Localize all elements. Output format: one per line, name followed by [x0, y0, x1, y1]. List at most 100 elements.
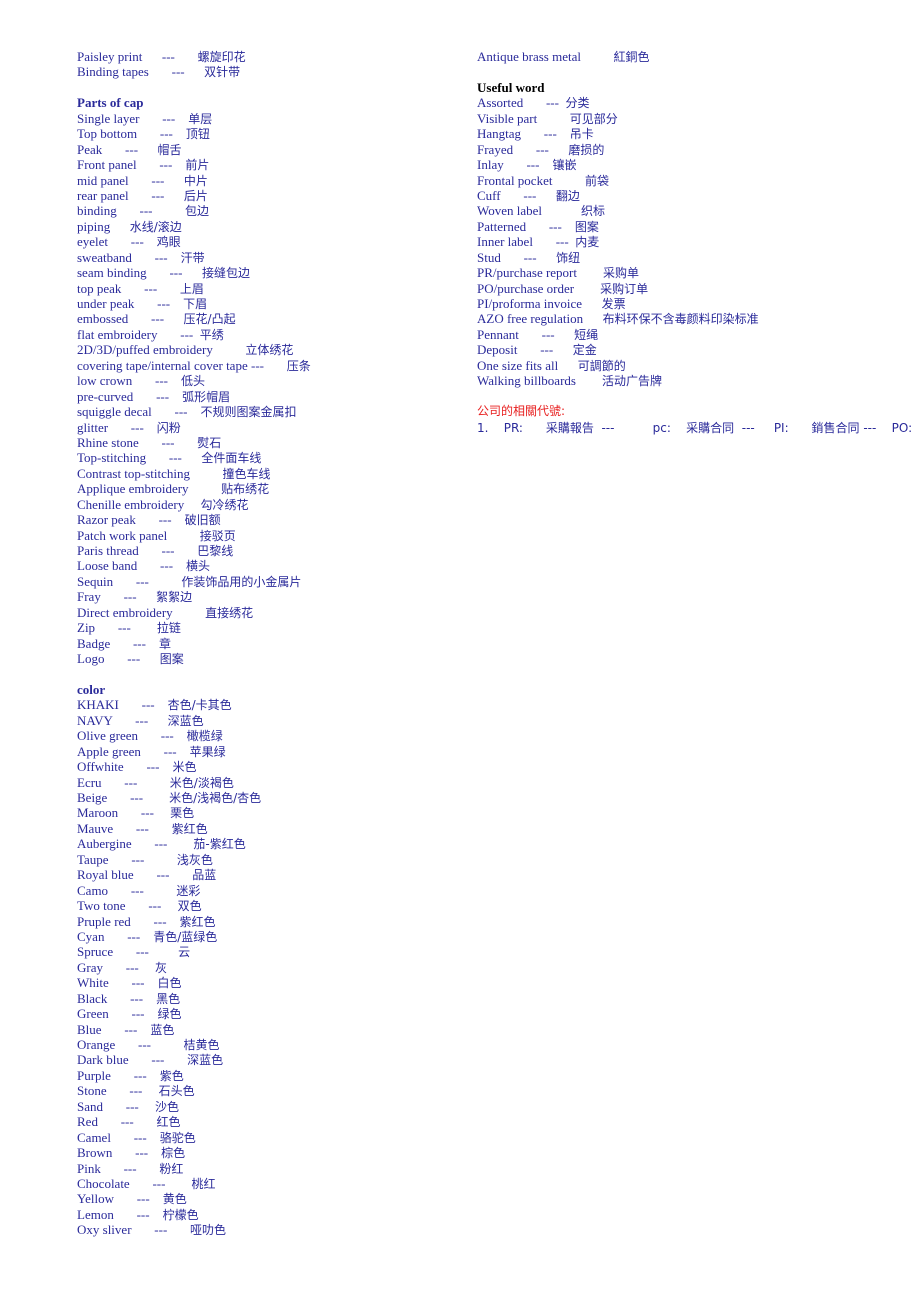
english-term: Top bottom — [77, 126, 138, 142]
english-term: Single layer — [77, 110, 140, 126]
separator — [184, 497, 200, 512]
glossary-entry: Taupe --- 浅灰色 — [77, 852, 457, 867]
english-term: Spruce — [77, 944, 114, 960]
chinese-translation: 作装饰品用的小金属片 — [181, 574, 302, 589]
glossary-entry: Peak --- 帽舌 — [77, 142, 457, 157]
chinese-translation: 布料环保不含毒颜料印染标准 — [602, 312, 759, 327]
separator: --- — [517, 342, 573, 358]
glossary-entry: Visible part 可见部分 — [477, 111, 897, 126]
english-term: Black — [77, 990, 108, 1006]
separator: --- — [112, 712, 168, 728]
glossary-entry: Applique embroidery 贴布绣花 — [77, 481, 457, 496]
separator: --- — [106, 1083, 159, 1099]
separator: --- — [142, 49, 198, 64]
chinese-translation: 低头 — [181, 374, 206, 389]
english-term: Offwhite — [77, 759, 124, 775]
glossary-entry: Frontal pocket 前袋 — [477, 173, 897, 188]
english-term: Chenille embroidery — [77, 496, 185, 512]
separator: --- — [513, 141, 569, 157]
glossary-entry: Stud --- 饰纽 — [477, 250, 897, 265]
separator: --- — [131, 249, 181, 265]
separator — [173, 605, 206, 620]
glossary-entry: Blue --- 蓝色 — [77, 1022, 457, 1037]
english-term: 2D/3D/puffed embroidery — [77, 342, 213, 358]
separator: --- — [108, 234, 157, 250]
separator: --- — [108, 975, 158, 991]
chinese-translation: 深蓝色 — [187, 1053, 224, 1068]
english-term: Direct embroidery — [77, 604, 173, 620]
separator: --- — [137, 558, 187, 574]
english-term: Orange — [77, 1037, 116, 1052]
english-term: binding — [77, 203, 117, 219]
glossary-entry: embossed --- 压花/凸起 — [77, 311, 457, 326]
chinese-translation: 帽舌 — [157, 142, 182, 157]
separator: --- — [500, 187, 556, 203]
separator: --- — [130, 913, 180, 929]
section-heading-parts-of-cap: Parts of cap — [77, 95, 144, 111]
separator: --- — [108, 882, 177, 898]
english-term: Stud — [477, 249, 501, 265]
separator: --- — [135, 512, 185, 528]
english-term: NAVY — [77, 712, 113, 728]
separator: --- — [518, 326, 575, 342]
separator: --- — [110, 1067, 160, 1083]
chinese-translation: 图案 — [574, 219, 599, 234]
english-term: Deposit — [477, 342, 518, 358]
glossary-entry: Zip --- 拉链 — [77, 620, 457, 635]
glossary-entry: PO/purchase order 采购订单 — [477, 281, 897, 296]
separator: --- — [102, 141, 158, 157]
glossary-entry: Yellow --- 黄色 — [77, 1191, 457, 1206]
glossary-entry: Oxy sliver --- 哑叻色 — [77, 1222, 457, 1237]
english-term: Rhine stone — [77, 434, 139, 450]
separator: --- — [146, 265, 202, 281]
chinese-translation: 石头色 — [158, 1084, 195, 1099]
glossary-entry: PR/purchase report 采购单 — [477, 265, 897, 280]
chinese-translation: 云 — [178, 945, 191, 960]
glossary-entry: Ecru --- 米色/淡褐色 — [77, 775, 457, 790]
english-term: Assorted — [477, 95, 524, 111]
english-term: Antique brass metal — [477, 49, 581, 64]
chinese-translation: 青色/蓝绿色 — [153, 929, 218, 944]
chinese-translation: 绿色 — [157, 1007, 182, 1022]
chinese-translation: 桃红 — [191, 1176, 216, 1191]
chinese-translation: 分类 — [565, 96, 590, 111]
separator: --- — [138, 728, 187, 744]
chinese-translation: 桔黄色 — [183, 1038, 220, 1052]
separator — [577, 265, 603, 280]
separator: --- — [136, 157, 186, 173]
chinese-translation: 可調節的 — [577, 358, 626, 373]
chinese-translation: 撞色车线 — [222, 466, 271, 481]
chinese-translation: 深蓝色 — [167, 713, 204, 728]
chinese-translation: 吊卡 — [569, 127, 594, 142]
glossary-entry: Patch work panel 接驳页 — [77, 528, 457, 543]
chinese-translation: 上眉 — [179, 281, 204, 296]
english-term: One size fits all — [477, 357, 559, 373]
separator: --- — [112, 1145, 162, 1161]
chinese-translation: 橄榄绿 — [186, 729, 223, 744]
chinese-translation: 发票 — [601, 297, 626, 311]
chinese-translation: 黄色 — [162, 1192, 187, 1207]
separator — [583, 311, 603, 326]
separator — [110, 219, 130, 234]
chinese-translation: 短绳 — [574, 327, 599, 342]
separator: --- — [110, 635, 159, 651]
glossary-entry: Fray --- 絮絮边 — [77, 589, 457, 604]
glossary-entry: Hangtag --- 吊卡 — [477, 126, 897, 141]
glossary-entry: Paris thread --- 巴黎线 — [77, 543, 457, 558]
english-term: piping — [77, 218, 111, 234]
chinese-translation: 立体绣花 — [245, 343, 294, 358]
glossary-entry: Top bottom --- 顶钮 — [77, 126, 457, 141]
glossary-entry: Direct embroidery 直接绣花 — [77, 605, 457, 620]
english-term: Front panel — [77, 157, 137, 173]
english-term: seam binding — [77, 265, 147, 281]
glossary-entry: Antique brass metal 紅銅色 — [477, 49, 897, 64]
chinese-translation: 采购单 — [603, 266, 640, 281]
separator: --- — [146, 450, 202, 466]
chinese-translation: 平绣 — [199, 327, 224, 342]
chinese-translation: 紫色 — [159, 1068, 184, 1083]
chinese-translation: 接缝包边 — [201, 266, 250, 281]
english-term: flat embroidery — [77, 326, 158, 342]
chinese-translation: 杏色/卡其色 — [167, 698, 232, 713]
glossary-entry: seam binding --- 接缝包边 — [77, 265, 457, 280]
glossary-entry: Inlay --- 镶嵌 — [477, 157, 897, 172]
